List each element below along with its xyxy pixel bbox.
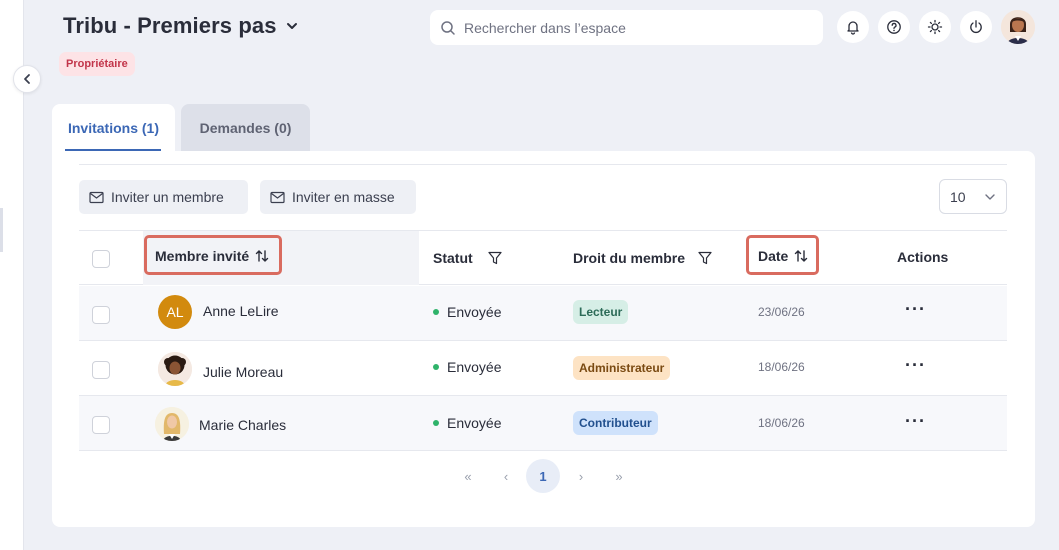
status-dot (433, 364, 439, 370)
role-badge-contributeur: Contributeur (573, 411, 658, 435)
column-role-label: Droit du membre (573, 250, 686, 266)
status-cell: Envoyée (433, 359, 501, 375)
page-size-select[interactable]: 10 (939, 179, 1007, 214)
role-badge: Propriétaire (59, 52, 135, 76)
tab-invitations[interactable]: Invitations (1) (52, 104, 175, 151)
status-dot (433, 420, 439, 426)
date-cell: 18/06/26 (758, 416, 805, 430)
rail-edge (0, 208, 3, 252)
invite-bulk-button[interactable]: Inviter en masse (260, 180, 416, 214)
mail-icon (270, 191, 285, 203)
member-avatar-image (158, 352, 192, 386)
user-avatar[interactable] (1001, 10, 1035, 44)
theme-toggle-button[interactable] (919, 11, 951, 43)
status-text: Envoyée (447, 415, 502, 431)
invite-bulk-label: Inviter en masse (292, 189, 395, 205)
highlight-member-sort (144, 235, 282, 275)
help-icon (887, 20, 901, 34)
more-actions-button[interactable]: ··· (905, 411, 926, 432)
user-avatar-image (1001, 10, 1035, 44)
status-cell: Envoyée (433, 415, 501, 431)
date-cell: 23/06/26 (758, 305, 805, 319)
filter-icon (698, 251, 712, 265)
next-page-button[interactable]: › (564, 459, 598, 493)
chevron-down-icon (286, 23, 297, 29)
select-all-checkbox[interactable] (92, 250, 110, 268)
search-input[interactable] (464, 19, 804, 36)
page-size-value: 10 (950, 188, 966, 205)
help-button[interactable] (878, 11, 910, 43)
column-actions-label: Actions (897, 249, 949, 265)
collapse-sidebar-button[interactable] (13, 65, 41, 93)
highlight-date-sort (746, 235, 819, 275)
space-title[interactable]: Tribu - Premiers pas (63, 13, 299, 39)
status-dot (433, 309, 439, 315)
sun-icon (927, 19, 943, 35)
invite-member-label: Inviter un membre (111, 189, 224, 205)
chevron-left-icon (24, 74, 30, 84)
logout-button[interactable] (960, 11, 992, 43)
member-name: Marie Charles (199, 417, 287, 433)
invite-member-button[interactable]: Inviter un membre (79, 180, 248, 214)
member-initials: AL (166, 304, 184, 320)
mail-icon (89, 191, 104, 203)
status-text: Envoyée (447, 359, 502, 375)
status-cell: Envoyée (433, 304, 501, 320)
divider (79, 164, 1007, 165)
previous-page-button[interactable]: ‹ (489, 459, 523, 493)
power-icon (970, 20, 982, 34)
tab-requests-label: Demandes (0) (199, 119, 292, 136)
member-avatar: AL (158, 295, 192, 329)
last-page-button[interactable]: » (602, 459, 636, 493)
member-name: Anne LeLire (203, 303, 279, 319)
notifications-button[interactable] (837, 11, 869, 43)
column-header-actions: Actions (897, 249, 948, 265)
status-text: Envoyée (447, 304, 502, 320)
page-1-button[interactable]: 1 (526, 459, 560, 493)
member-avatar-image (155, 407, 189, 441)
tab-invitations-label: Invitations (1) (67, 119, 159, 136)
member-avatar (155, 407, 189, 441)
search-box[interactable] (430, 10, 823, 45)
chevron-down-icon (985, 193, 995, 200)
column-header-role[interactable]: Droit du membre (573, 250, 713, 266)
row-checkbox[interactable] (92, 306, 110, 324)
row-checkbox[interactable] (92, 361, 110, 379)
more-actions-button[interactable]: ··· (905, 299, 926, 320)
role-badge-administrateur: Administrateur (573, 356, 671, 380)
role-badge-lecteur: Lecteur (573, 300, 629, 324)
more-actions-button[interactable]: ··· (905, 355, 926, 376)
date-cell: 18/06/26 (758, 360, 805, 374)
column-header-status[interactable]: Statut (433, 250, 503, 266)
space-title-text: Tribu - Premiers pas (63, 13, 277, 38)
bell-icon (847, 21, 859, 35)
search-icon (441, 20, 455, 35)
member-name: Julie Moreau (203, 364, 284, 380)
column-status-label: Statut (433, 250, 473, 266)
row-checkbox[interactable] (92, 416, 110, 434)
tab-requests[interactable]: Demandes (0) (181, 104, 310, 151)
member-avatar (158, 352, 192, 386)
first-page-button[interactable]: « (451, 459, 485, 493)
filter-icon (488, 251, 502, 265)
